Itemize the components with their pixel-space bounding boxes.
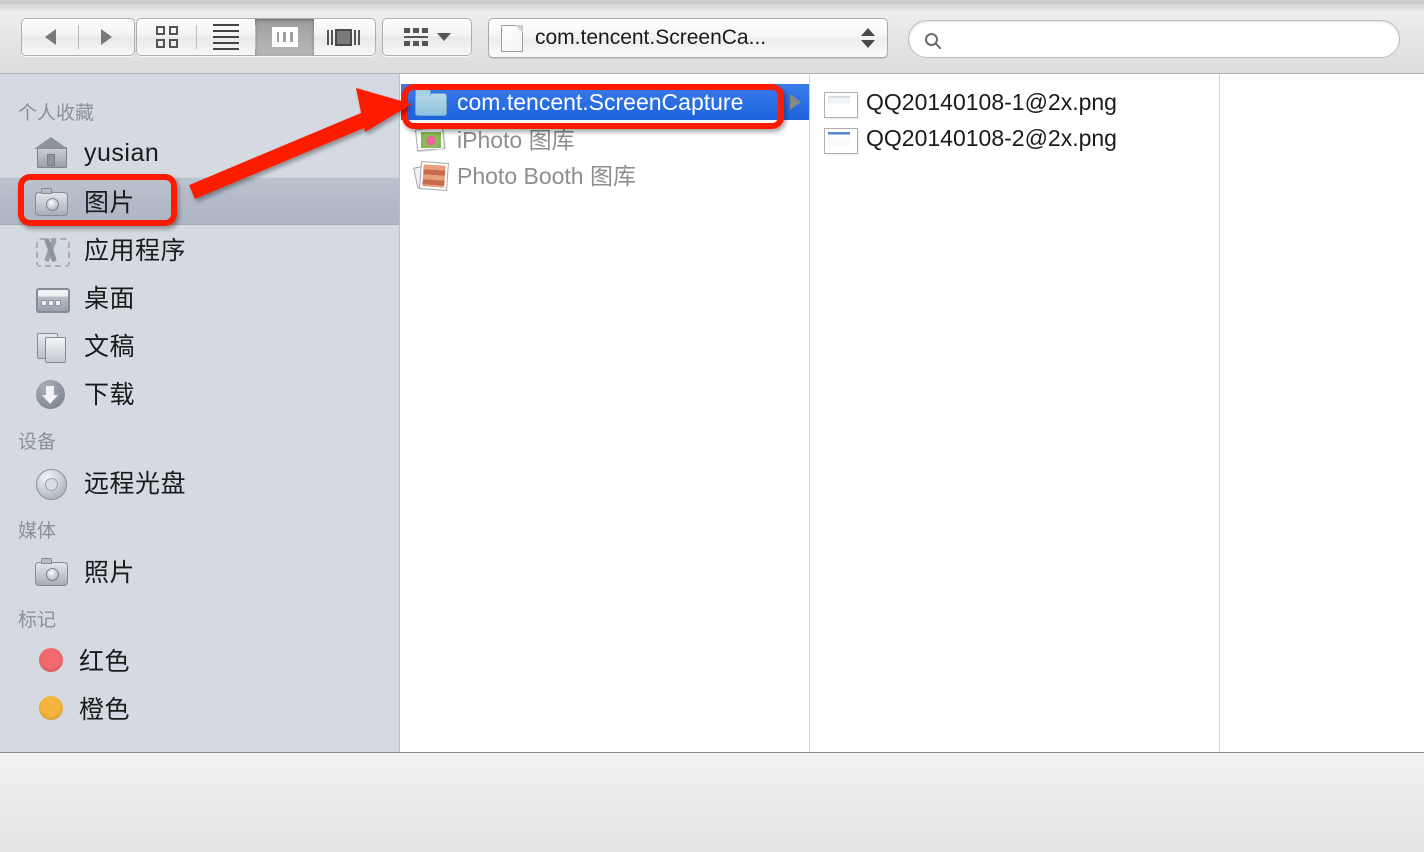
view-mode-list-button[interactable] [196, 19, 255, 55]
action-menu-button[interactable] [383, 19, 471, 55]
back-button[interactable] [22, 19, 78, 55]
desktop-icon [34, 282, 70, 313]
table-row[interactable]: QQ20140108-2@2x.png [810, 120, 1219, 156]
file-name: QQ20140108-2@2x.png [866, 124, 1117, 151]
download-icon [34, 378, 68, 409]
path-popup-button[interactable]: com.tencent.ScreenCa... [488, 18, 888, 58]
open-dialog-window: QQ截图 [0, 0, 1424, 852]
tag-dot-icon [39, 648, 63, 672]
browser-column-3 [1220, 74, 1423, 752]
file-name: QQ20140108-1@2x.png [866, 88, 1117, 115]
view-mode-coverflow-button[interactable] [314, 19, 373, 55]
sidebar-item-label: 照片 [84, 559, 136, 587]
action-grid-icon [403, 28, 428, 46]
tag-dot-icon [39, 696, 63, 720]
sidebar-section-header-tags: 标记 [18, 610, 57, 631]
footer-bar: 取消 打开 [0, 752, 1424, 852]
sidebar-item-label: 橙色 [79, 696, 131, 724]
sidebar-item-yusian[interactable]: yusian [0, 129, 399, 177]
triangle-right-icon [100, 29, 112, 45]
content-area: 个人收藏 yusian 图片 应用程序 桌面 文稿 下载 设备 远程光盘 媒体 … [0, 74, 1424, 752]
sidebar-section-header-media: 媒体 [18, 521, 57, 542]
sidebar-item-label: 桌面 [84, 285, 136, 313]
camera-icon [34, 186, 68, 216]
document-icon [501, 24, 523, 52]
sidebar-item-label: 文稿 [84, 333, 136, 361]
photobooth-library-icon [415, 161, 445, 187]
sidebar-item-tag-orange[interactable]: 橙色 [0, 684, 399, 732]
search-input[interactable] [948, 28, 1399, 50]
sidebar-item-label: yusian [84, 138, 160, 167]
camera-icon [34, 556, 68, 586]
sidebar-item-label: 图片 [84, 189, 136, 217]
sidebar-item-documents[interactable]: 文稿 [0, 321, 399, 369]
table-row[interactable]: QQ20140108-1@2x.png [810, 84, 1219, 120]
chevron-down-icon [436, 33, 451, 41]
sidebar-section-header-favorites: 个人收藏 [18, 103, 95, 124]
search-icon [925, 32, 938, 46]
sidebar-item-photos[interactable]: 照片 [0, 547, 399, 595]
table-row[interactable]: iPhoto 图库 [401, 120, 809, 156]
view-mode-icon-button[interactable] [137, 19, 196, 55]
search-field[interactable] [908, 20, 1400, 58]
sidebar-item-applications[interactable]: 应用程序 [0, 225, 399, 273]
sidebar-item-label: 下载 [84, 381, 136, 409]
documents-icon [34, 330, 68, 363]
forward-button[interactable] [78, 19, 134, 55]
sidebar-item-remote-disc[interactable]: 远程光盘 [0, 458, 399, 506]
view-mode-segment [136, 18, 376, 56]
coverflow-view-icon [327, 28, 360, 46]
disclosure-arrow-icon [790, 94, 801, 110]
navigation-segment [21, 18, 135, 56]
view-mode-column-button[interactable] [255, 19, 314, 55]
folder-icon [415, 89, 447, 116]
icon-view-icon [155, 26, 178, 48]
sidebar-item-desktop[interactable]: 桌面 [0, 273, 399, 321]
sidebar-item-label: 红色 [79, 648, 131, 676]
sidebar-item-label: 远程光盘 [84, 470, 187, 498]
sidebar-item-pictures[interactable]: 图片 [0, 177, 399, 225]
triangle-left-icon [44, 29, 56, 45]
column-view-icon [271, 27, 298, 47]
sidebar-item-downloads[interactable]: 下载 [0, 369, 399, 417]
column-browser: com.tencent.ScreenCapture iPhoto 图库 Phot… [401, 74, 1424, 752]
table-row[interactable]: com.tencent.ScreenCapture [401, 84, 809, 120]
png-preview-icon [824, 89, 858, 118]
iphoto-library-icon [415, 125, 445, 151]
home-icon [34, 137, 68, 168]
sidebar-item-tag-red[interactable]: 红色 [0, 636, 399, 684]
apps-icon [34, 234, 70, 267]
sidebar-item-label: 应用程序 [84, 237, 187, 265]
list-view-icon [212, 24, 239, 50]
sidebar-section-header-devices: 设备 [18, 432, 57, 453]
table-row[interactable]: Photo Booth 图库 [401, 156, 809, 192]
toolbar: com.tencent.ScreenCa... [0, 0, 1424, 74]
up-down-stepper-icon[interactable] [861, 28, 875, 48]
png-preview-icon [824, 125, 858, 154]
file-name: Photo Booth 图库 [457, 163, 636, 189]
browser-column-1: com.tencent.ScreenCapture iPhoto 图库 Phot… [401, 74, 810, 752]
browser-column-2: QQ20140108-1@2x.png QQ20140108-2@2x.png [810, 74, 1220, 752]
file-name: com.tencent.ScreenCapture [457, 88, 744, 115]
disc-icon [34, 467, 68, 500]
file-name: iPhoto 图库 [457, 127, 575, 153]
action-menu-segment [382, 18, 472, 56]
sidebar: 个人收藏 yusian 图片 应用程序 桌面 文稿 下载 设备 远程光盘 媒体 … [0, 74, 400, 752]
path-popup-label: com.tencent.ScreenCa... [535, 26, 767, 49]
